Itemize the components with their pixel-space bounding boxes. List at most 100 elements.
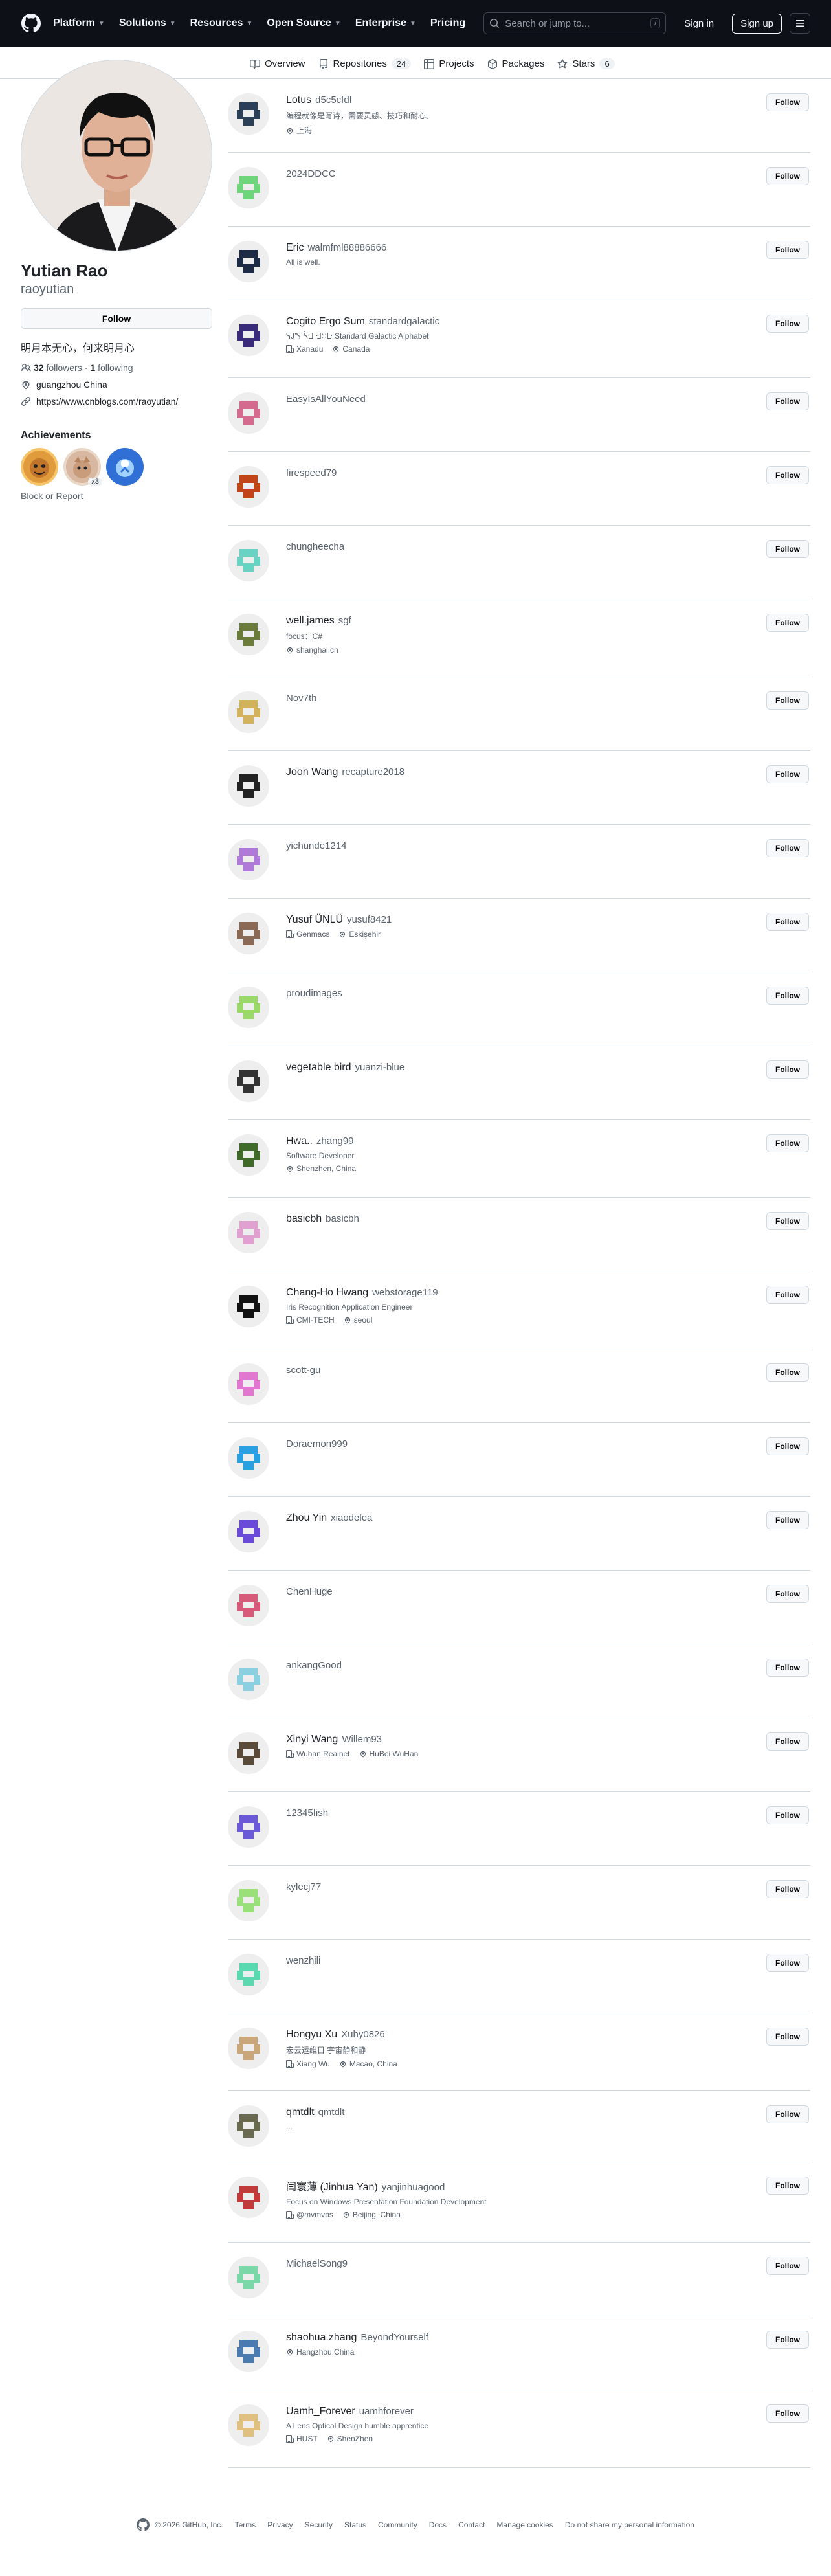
- footer-link-manage-cookies[interactable]: Manage cookies: [496, 2520, 553, 2529]
- follow-button[interactable]: Follow: [766, 1511, 809, 1529]
- follower-avatar[interactable]: [228, 241, 269, 282]
- follow-button[interactable]: Follow: [766, 1806, 809, 1824]
- block-or-report-link[interactable]: Block or Report: [21, 491, 212, 501]
- follower-avatar[interactable]: [228, 2177, 269, 2218]
- follower-login[interactable]: yichunde1214: [286, 840, 346, 851]
- follower-login[interactable]: yanjinhuagood: [382, 2182, 445, 2193]
- follower-avatar[interactable]: [228, 466, 269, 508]
- follower-login[interactable]: proudimages: [286, 988, 342, 999]
- nav-platform[interactable]: Platform ▼: [53, 17, 105, 29]
- follower-name[interactable]: Uamh_Forever: [286, 2406, 355, 2417]
- follower-avatar[interactable]: [228, 1437, 269, 1479]
- follower-avatar[interactable]: [228, 1286, 269, 1327]
- follower-login[interactable]: yusuf8421: [347, 914, 392, 925]
- follower-avatar[interactable]: [228, 1212, 269, 1253]
- follower-avatar[interactable]: [228, 93, 269, 135]
- follower-name[interactable]: Xinyi Wang: [286, 1734, 338, 1745]
- follower-name[interactable]: Joon Wang: [286, 767, 338, 778]
- follow-button[interactable]: Follow: [766, 167, 809, 185]
- nav-pricing[interactable]: Pricing: [430, 17, 465, 29]
- footer-link-contact[interactable]: Contact: [458, 2520, 485, 2529]
- follower-name[interactable]: Cogito Ergo Sum: [286, 316, 365, 327]
- follower-name[interactable]: Hwa..: [286, 1136, 313, 1147]
- follower-login[interactable]: BeyondYourself: [360, 2332, 428, 2343]
- footer-link-docs[interactable]: Docs: [429, 2520, 447, 2529]
- follower-avatar[interactable]: [228, 987, 269, 1028]
- follower-avatar[interactable]: [228, 540, 269, 581]
- follower-avatar[interactable]: [228, 1880, 269, 1921]
- follower-login[interactable]: recapture2018: [342, 767, 404, 778]
- follower-login[interactable]: Xuhy0826: [341, 2029, 385, 2040]
- achievement-badge-pull-shark-icon[interactable]: [21, 447, 58, 486]
- follower-login[interactable]: zhang99: [316, 1136, 354, 1147]
- follower-avatar[interactable]: [228, 1363, 269, 1405]
- follow-button[interactable]: Follow: [766, 241, 809, 259]
- follower-login[interactable]: qmtdlt: [318, 2107, 345, 2118]
- github-logo-icon[interactable]: [21, 13, 41, 34]
- follower-avatar[interactable]: [228, 167, 269, 208]
- follower-name[interactable]: Yusuf ÜNLÜ: [286, 914, 343, 925]
- follow-button[interactable]: Follow: [21, 308, 212, 329]
- follower-login[interactable]: ankangGood: [286, 1660, 342, 1671]
- tab-packages[interactable]: Packages: [481, 58, 551, 78]
- follow-button[interactable]: Follow: [766, 913, 809, 931]
- search-input[interactable]: Search or jump to... /: [483, 12, 667, 34]
- follower-login[interactable]: MichaelSong9: [286, 2258, 348, 2269]
- follower-avatar[interactable]: [228, 839, 269, 880]
- tab-repositories[interactable]: Repositories 24: [312, 58, 418, 78]
- follow-button[interactable]: Follow: [766, 540, 809, 558]
- follow-button[interactable]: Follow: [766, 2177, 809, 2195]
- follower-login[interactable]: xiaodelea: [331, 1512, 372, 1523]
- follower-avatar[interactable]: [228, 691, 269, 733]
- nav-resources[interactable]: Resources ▼: [190, 17, 253, 29]
- tab-projects[interactable]: Projects: [417, 58, 480, 78]
- follower-avatar[interactable]: [228, 1732, 269, 1774]
- follow-button[interactable]: Follow: [766, 1212, 809, 1230]
- follower-avatar[interactable]: [228, 913, 269, 954]
- follow-button[interactable]: Follow: [766, 1060, 809, 1079]
- follower-avatar[interactable]: [228, 765, 269, 807]
- follower-avatar[interactable]: [228, 1511, 269, 1552]
- follower-name[interactable]: well.james: [286, 615, 335, 626]
- website-link[interactable]: https://www.cnblogs.com/raoyutian/: [36, 396, 178, 407]
- follow-button[interactable]: Follow: [766, 1134, 809, 1152]
- follower-login[interactable]: Doraemon999: [286, 1439, 348, 1450]
- follow-button[interactable]: Follow: [766, 691, 809, 710]
- nav-open-source[interactable]: Open Source ▼: [267, 17, 340, 29]
- tab-overview[interactable]: Overview: [243, 58, 312, 78]
- achievement-badge-quickdraw-icon[interactable]: [106, 447, 144, 486]
- follow-button[interactable]: Follow: [766, 93, 809, 111]
- follower-login[interactable]: Willem93: [342, 1734, 382, 1745]
- follow-button[interactable]: Follow: [766, 2404, 809, 2423]
- follower-avatar[interactable]: [228, 2257, 269, 2298]
- follower-login[interactable]: wenzhili: [286, 1955, 320, 1966]
- follower-login[interactable]: webstorage119: [372, 1287, 438, 1298]
- follower-login[interactable]: chungheecha: [286, 541, 344, 552]
- follower-login[interactable]: firespeed79: [286, 467, 337, 478]
- follower-login[interactable]: scott-gu: [286, 1365, 320, 1376]
- follow-button[interactable]: Follow: [766, 1954, 809, 1972]
- follower-avatar[interactable]: [228, 2028, 269, 2069]
- follow-button[interactable]: Follow: [766, 392, 809, 410]
- follower-avatar[interactable]: [228, 1954, 269, 1995]
- footer-link-terms[interactable]: Terms: [235, 2520, 256, 2529]
- achievement-badge-yolo-icon[interactable]: x3: [63, 447, 102, 486]
- follower-name[interactable]: Lotus: [286, 95, 311, 106]
- follow-button[interactable]: Follow: [766, 1880, 809, 1898]
- follower-name[interactable]: qmtdlt: [286, 2107, 315, 2118]
- follower-login[interactable]: 12345fish: [286, 1808, 328, 1819]
- follower-login[interactable]: basicbh: [326, 1213, 359, 1224]
- nav-enterprise[interactable]: Enterprise ▼: [355, 17, 416, 29]
- menu-icon[interactable]: [790, 13, 810, 34]
- follower-login[interactable]: Nov7th: [286, 693, 317, 704]
- follow-button[interactable]: Follow: [766, 839, 809, 857]
- follower-name[interactable]: Zhou Yin: [286, 1512, 327, 1523]
- follower-avatar[interactable]: [228, 1806, 269, 1848]
- follow-button[interactable]: Follow: [766, 987, 809, 1005]
- followers-link[interactable]: 32 followers: [34, 363, 82, 373]
- footer-link-status[interactable]: Status: [344, 2520, 366, 2529]
- follower-avatar[interactable]: [228, 2404, 269, 2446]
- follower-login[interactable]: yuanzi-blue: [355, 1062, 405, 1073]
- follower-login[interactable]: standardgalactic: [369, 316, 439, 327]
- follower-name[interactable]: vegetable bird: [286, 1062, 351, 1073]
